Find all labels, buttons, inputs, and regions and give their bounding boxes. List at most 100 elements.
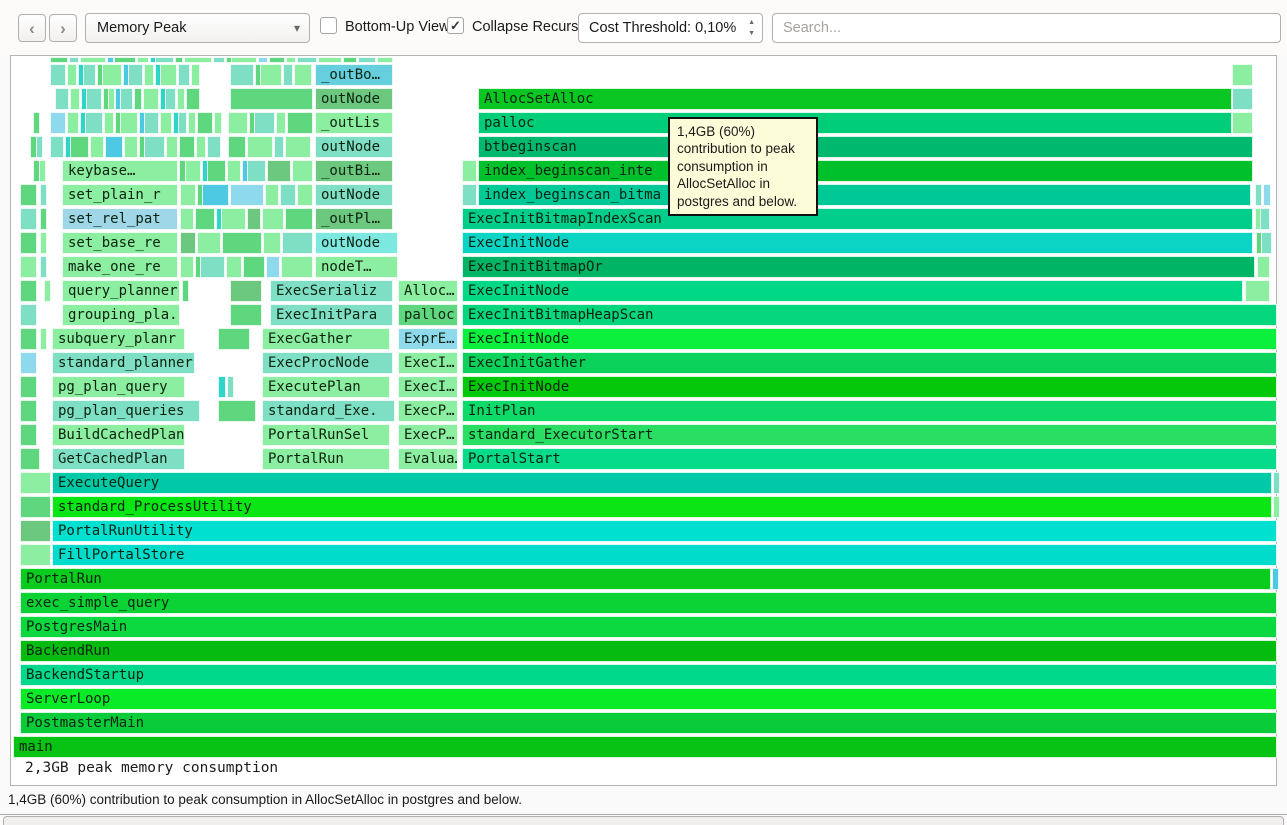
flame-cell[interactable]	[20, 472, 51, 494]
flame-cell[interactable]	[108, 88, 115, 110]
flame-frame[interactable]: ExecInitNode	[462, 328, 1277, 350]
flame-cell[interactable]	[269, 57, 285, 63]
flame-frame[interactable]: Alloc…	[398, 280, 458, 302]
flame-cell[interactable]	[230, 304, 262, 326]
flame-cell[interactable]	[230, 280, 262, 302]
flame-cell[interactable]	[40, 256, 47, 278]
flame-frame[interactable]: set_rel_pat	[62, 208, 178, 230]
flame-cell[interactable]	[280, 184, 296, 206]
flame-cell[interactable]	[177, 88, 185, 110]
flame-frame[interactable]: ExecP…	[398, 400, 458, 422]
flame-frame[interactable]: ExecInitBitmapOr	[462, 256, 1255, 278]
flame-frame[interactable]: PortalRunSel	[262, 424, 390, 446]
cost-threshold-spinbox[interactable]: Cost Threshold: 0,10% ▲ ▼	[578, 13, 763, 43]
flame-cell[interactable]	[155, 57, 174, 63]
flame-cell[interactable]	[144, 136, 165, 158]
flame-frame[interactable]: ExecInitGather	[462, 352, 1277, 374]
flame-frame[interactable]: ExprE…	[398, 328, 458, 350]
flame-cell[interactable]	[182, 280, 189, 302]
flame-frame[interactable]: query_planner	[62, 280, 180, 302]
flame-frame[interactable]: palloc	[398, 304, 458, 326]
view-mode-select[interactable]: Memory Peak ▾	[85, 13, 310, 43]
flame-frame[interactable]: btbeginscan	[478, 136, 1253, 158]
flame-cell[interactable]	[143, 88, 159, 110]
flame-cell[interactable]	[230, 64, 254, 86]
flame-cell[interactable]	[228, 112, 248, 134]
flame-frame[interactable]: standard_planner	[52, 352, 195, 374]
flame-cell[interactable]	[20, 232, 37, 254]
flame-frame[interactable]: InitPlan	[462, 400, 1277, 422]
flame-cell[interactable]	[44, 280, 51, 302]
flame-cell[interactable]	[294, 64, 312, 86]
flame-cell[interactable]	[175, 57, 183, 63]
flame-frame[interactable]: ExecInitBitmapHeapScan	[462, 304, 1277, 326]
flame-cell[interactable]	[20, 304, 37, 326]
flame-frame[interactable]: grouping_pla.	[62, 304, 180, 326]
flame-cell[interactable]	[282, 232, 313, 254]
flame-frame[interactable]: ExecI…	[398, 376, 458, 398]
flame-cell[interactable]	[218, 400, 256, 422]
flame-cell[interactable]	[107, 57, 114, 63]
flame-cell[interactable]	[207, 136, 221, 158]
flame-cell[interactable]	[226, 256, 242, 278]
flame-cell[interactable]	[197, 112, 213, 134]
flame-frame[interactable]: ExecInitPara	[270, 304, 393, 326]
flame-cell[interactable]	[262, 208, 284, 230]
flame-cell[interactable]	[1263, 184, 1271, 206]
flame-cell[interactable]	[281, 256, 313, 278]
flame-cell[interactable]	[377, 57, 393, 63]
flame-cell[interactable]	[230, 184, 264, 206]
flame-frame[interactable]: BackendStartup	[20, 664, 1277, 686]
flame-frame[interactable]: FillPortalStore	[52, 544, 1277, 566]
flame-cell[interactable]	[20, 544, 51, 566]
flame-cell[interactable]	[266, 256, 280, 278]
flame-cell[interactable]	[297, 184, 313, 206]
flame-frame[interactable]: PortalRunUtility	[52, 520, 1277, 542]
flame-frame[interactable]: index_beginscan_inte	[478, 160, 1253, 182]
flame-cell[interactable]	[297, 57, 317, 63]
flame-frame[interactable]: outNode	[315, 232, 398, 254]
flame-cell[interactable]	[69, 57, 79, 63]
flame-frame[interactable]: nodeT…	[315, 256, 398, 278]
flame-frame[interactable]: ExecP…	[398, 424, 458, 446]
flame-cell[interactable]	[180, 232, 196, 254]
flame-cell[interactable]	[267, 160, 291, 182]
flame-cell[interactable]	[186, 88, 200, 110]
flame-frame[interactable]: ExecutePlan	[262, 376, 390, 398]
flame-cell[interactable]	[178, 112, 187, 134]
flame-frame[interactable]: GetCachedPlan	[52, 448, 185, 470]
flame-cell[interactable]	[191, 64, 200, 86]
flame-cell[interactable]	[160, 112, 172, 134]
flame-frame[interactable]: _outLis	[315, 112, 393, 134]
flame-cell[interactable]	[185, 160, 201, 182]
flame-cell[interactable]	[258, 57, 268, 63]
flame-cell[interactable]	[55, 88, 69, 110]
flame-frame[interactable]: ExecInitNode	[462, 232, 1253, 254]
flame-cell[interactable]	[218, 328, 250, 350]
flame-cell[interactable]	[287, 112, 313, 134]
flame-cell[interactable]	[214, 112, 222, 134]
flame-frame[interactable]: ExecInitNode	[462, 376, 1277, 398]
flame-cell[interactable]	[1273, 496, 1280, 518]
flame-frame[interactable]: PortalRun	[262, 448, 390, 470]
flame-cell[interactable]	[462, 160, 477, 182]
flame-cell[interactable]	[227, 160, 241, 182]
flame-cell[interactable]	[105, 136, 123, 158]
flame-cell[interactable]	[144, 112, 159, 134]
flame-frame[interactable]: pg_plan_query	[52, 376, 185, 398]
flame-cell[interactable]	[70, 136, 89, 158]
spin-down-icon[interactable]: ▼	[745, 28, 758, 39]
flame-frame[interactable]: PostmasterMain	[20, 712, 1277, 734]
flame-frame[interactable]: outNode	[315, 136, 393, 158]
collapse-recursion-checkbox[interactable]: ✓	[447, 17, 464, 34]
flame-cell[interactable]	[263, 232, 281, 254]
flame-cell[interactable]	[180, 184, 196, 206]
flame-cell[interactable]	[39, 160, 46, 182]
flame-frame[interactable]: PortalRun	[20, 568, 1271, 590]
flame-cell[interactable]	[188, 112, 196, 134]
flame-cell[interactable]	[221, 208, 246, 230]
flame-frame[interactable]: standard_ExecutorStart	[462, 424, 1277, 446]
flame-frame[interactable]: ExecGather	[262, 328, 390, 350]
flame-frame[interactable]: make_one_re	[62, 256, 178, 278]
flame-frame[interactable]: pg_plan_queries	[52, 400, 200, 422]
